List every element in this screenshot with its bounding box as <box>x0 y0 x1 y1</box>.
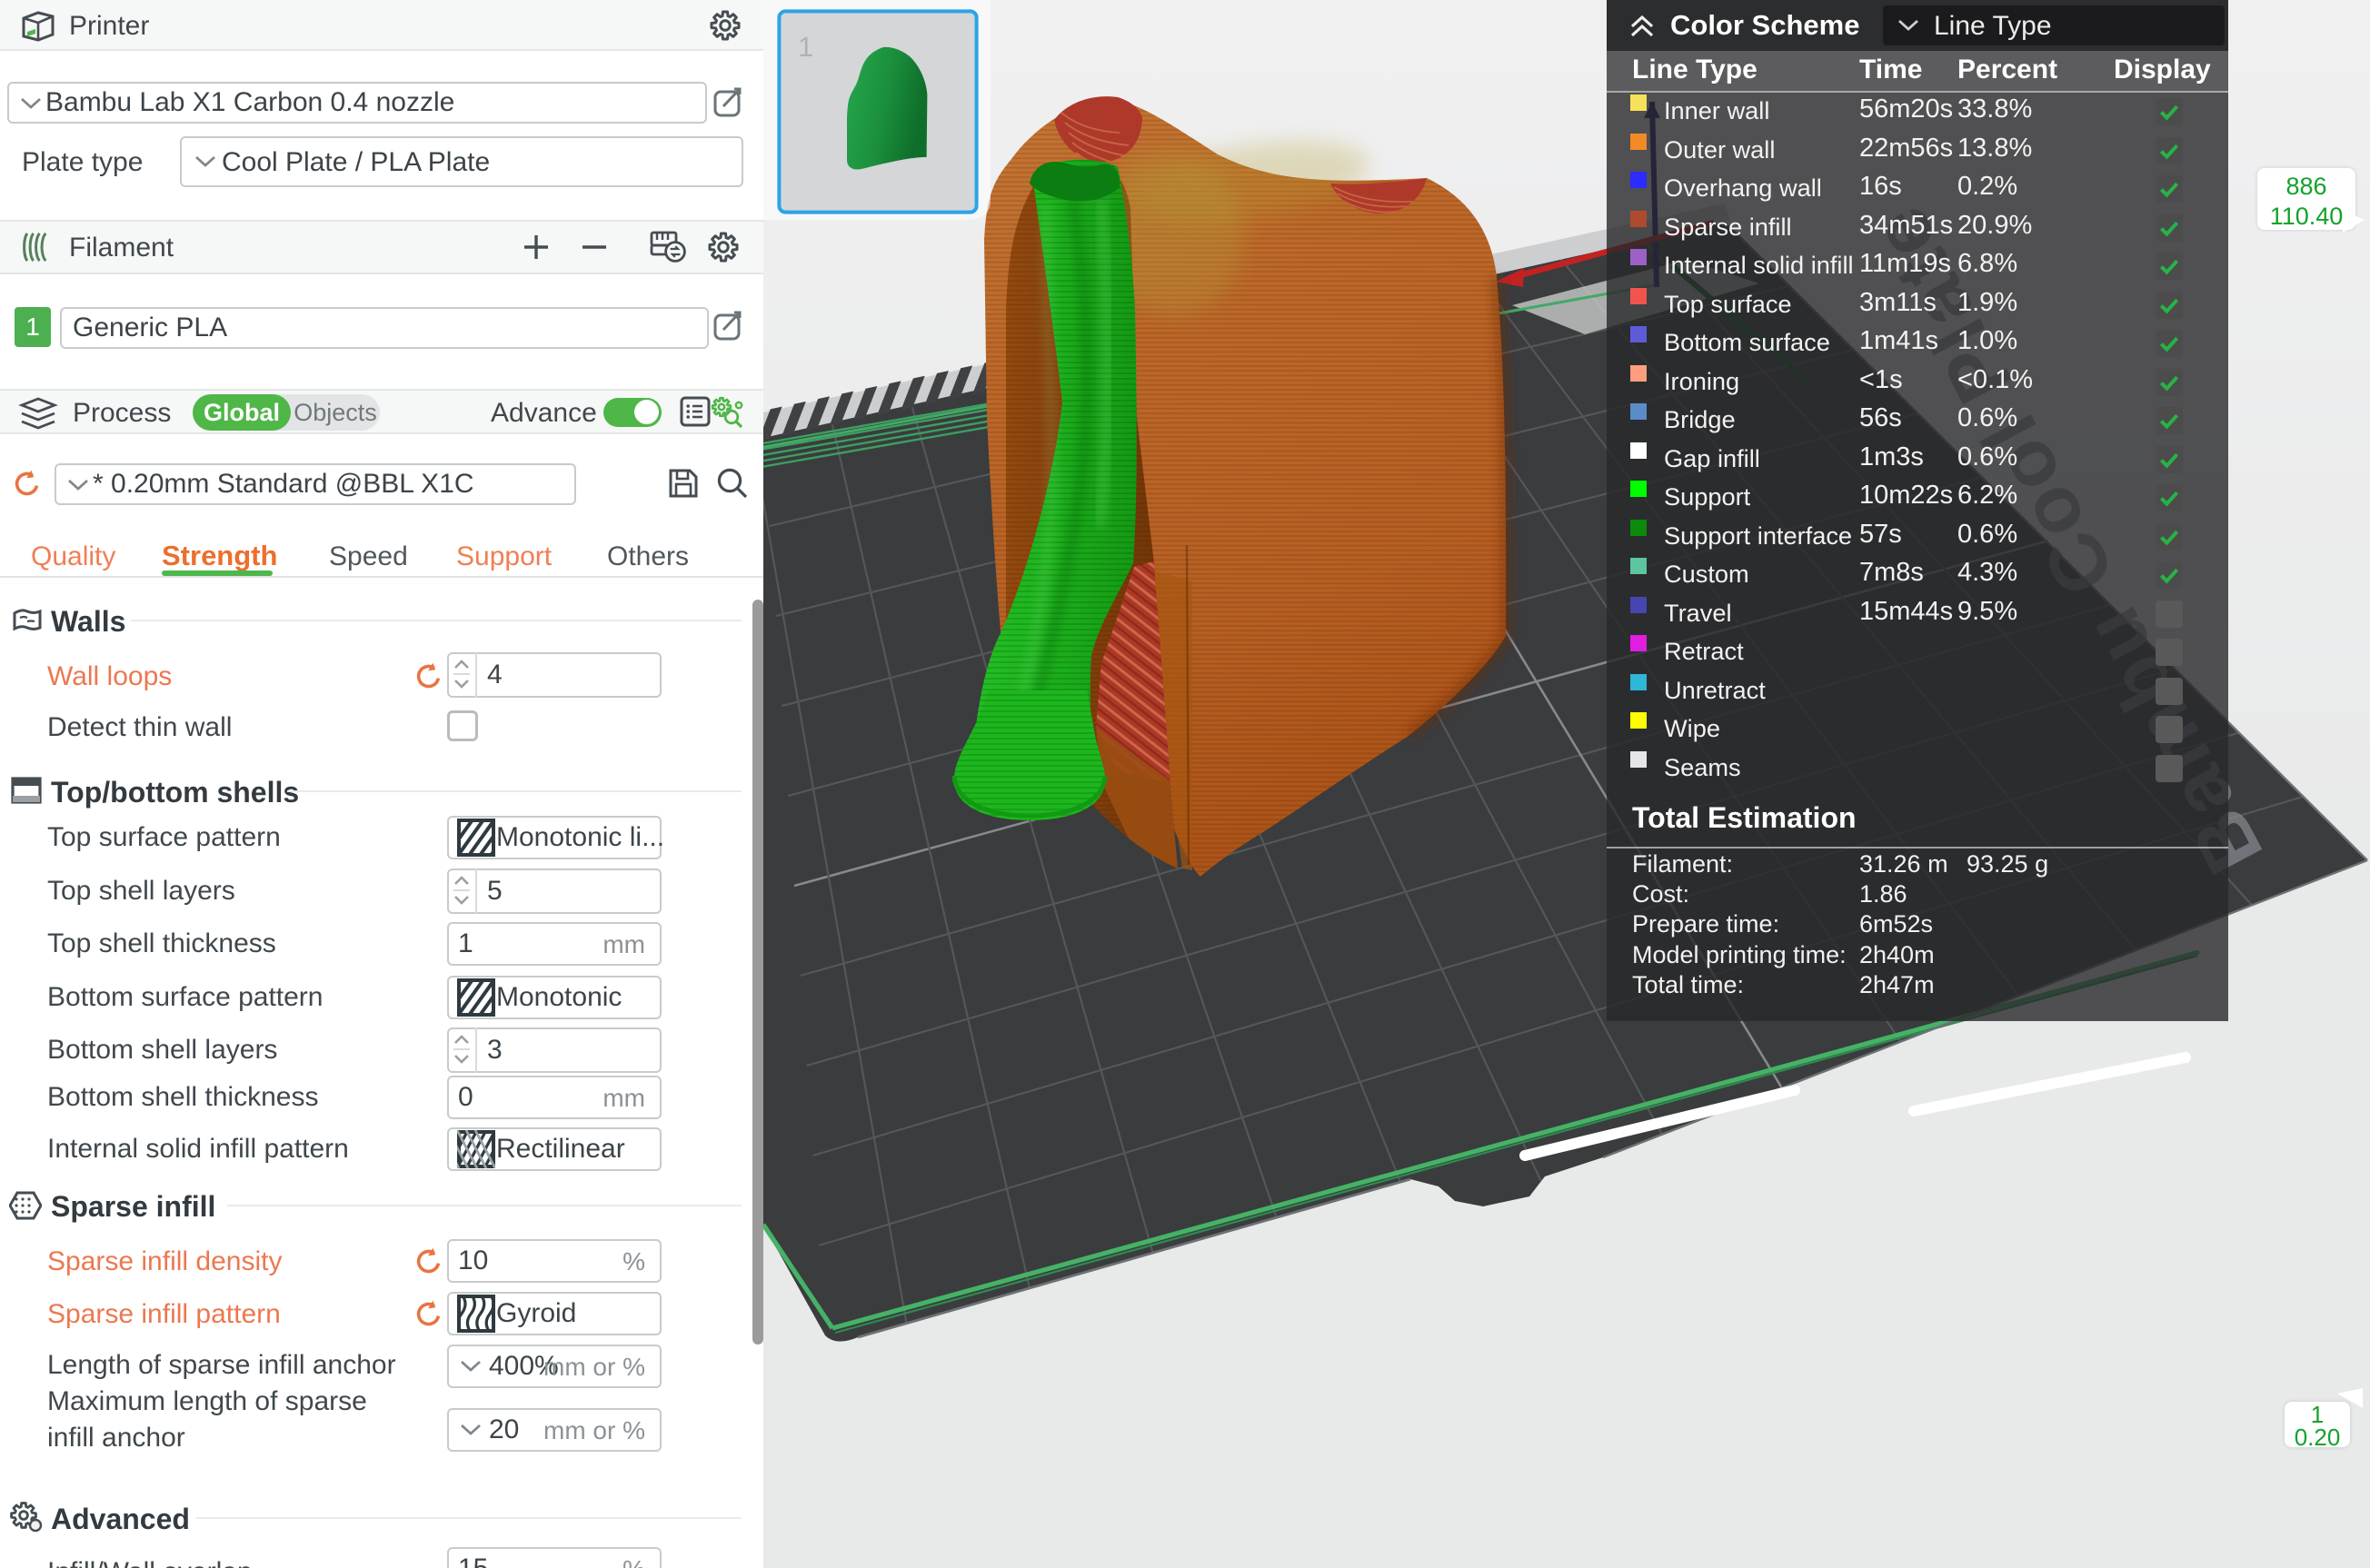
svg-text:1: 1 <box>798 31 813 63</box>
